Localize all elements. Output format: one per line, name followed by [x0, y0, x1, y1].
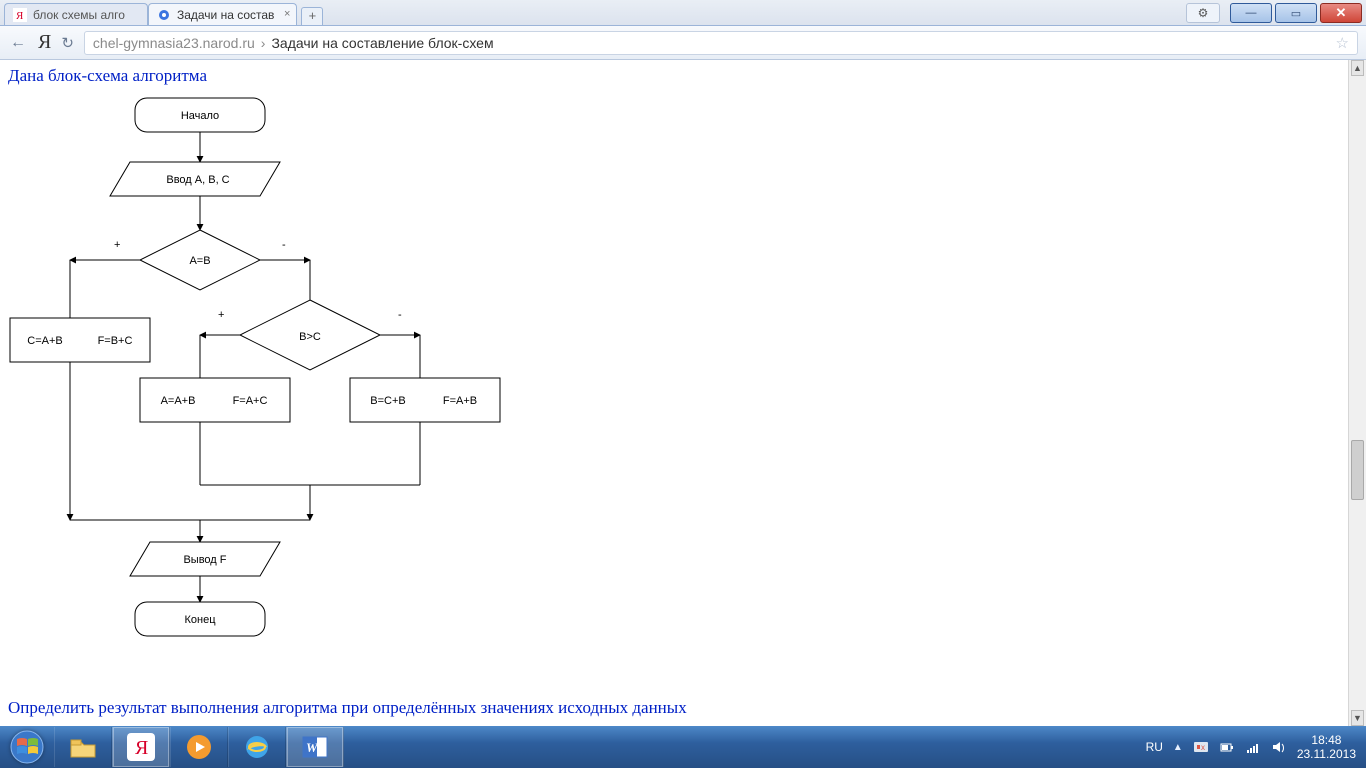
minimize-icon: — — [1246, 7, 1257, 19]
windows-taskbar: Я W RU ▲ x 18:48 23.11.2013 — [0, 726, 1366, 768]
scroll-up-icon[interactable]: ▲ — [1351, 60, 1364, 76]
svg-text:Конец: Конец — [184, 614, 216, 626]
yandex-home-button[interactable]: Я — [38, 31, 51, 54]
gear-icon: ⚙ — [1198, 6, 1209, 20]
address-bar[interactable]: chel-gymnasia23.narod.ru › Задачи на сос… — [84, 31, 1358, 55]
yandex-favicon-icon: Я — [13, 8, 27, 22]
svg-text:C=A+B: C=A+B — [27, 335, 62, 347]
taskbar-explorer[interactable] — [54, 727, 112, 767]
back-arrow-icon: ← — [10, 34, 26, 52]
media-player-icon — [185, 733, 213, 761]
url-separator: › — [261, 35, 266, 51]
maximize-icon: ▭ — [1291, 7, 1301, 20]
tab-page-active[interactable]: Задачи на состав × — [148, 3, 297, 25]
svg-text:Вывод F: Вывод F — [183, 554, 226, 566]
tray-action-center-icon[interactable]: x — [1193, 739, 1209, 755]
scroll-thumb[interactable] — [1351, 440, 1364, 500]
back-button[interactable]: ← — [8, 33, 28, 53]
svg-text:+: + — [218, 309, 224, 321]
new-tab-button[interactable]: + — [301, 7, 323, 25]
svg-text:W: W — [306, 740, 319, 755]
tab-label: блок схемы алго — [33, 8, 125, 22]
svg-text:A=A+B: A=A+B — [161, 395, 196, 407]
start-button[interactable] — [0, 726, 54, 768]
tab-label: Задачи на состав — [177, 8, 274, 22]
tray-show-hidden-icon[interactable]: ▲ — [1173, 742, 1183, 753]
site-favicon-icon — [157, 8, 171, 22]
page-footer-text: Определить результат выполнения алгоритм… — [0, 694, 695, 722]
taskbar-word[interactable]: W — [286, 727, 344, 767]
taskbar-media-player[interactable] — [170, 727, 228, 767]
svg-text:-: - — [398, 309, 402, 321]
tray-time: 18:48 — [1297, 733, 1356, 747]
svg-text:Начало: Начало — [181, 110, 219, 122]
word-icon: W — [301, 733, 329, 761]
ie-icon — [243, 733, 271, 761]
svg-text:x: x — [1201, 743, 1205, 752]
taskbar-ie[interactable] — [228, 727, 286, 767]
svg-text:Ввод A, B, C: Ввод A, B, C — [166, 174, 229, 186]
window-minimize-button[interactable]: — — [1230, 3, 1272, 23]
tray-network-icon[interactable] — [1245, 739, 1261, 755]
close-icon: ✕ — [1336, 5, 1347, 21]
svg-text:Я: Я — [135, 737, 148, 759]
svg-text:F=B+C: F=B+C — [98, 335, 133, 347]
svg-text:Я: Я — [16, 10, 24, 22]
folder-icon — [68, 734, 98, 760]
tray-date: 23.11.2013 — [1297, 747, 1356, 761]
close-tab-icon[interactable]: × — [284, 8, 290, 20]
reload-button[interactable]: ↻ — [61, 34, 74, 52]
tab-yandex-search[interactable]: Я блок схемы алго — [4, 3, 148, 25]
tray-clock[interactable]: 18:48 23.11.2013 — [1297, 733, 1356, 761]
page-heading: Дана блок-схема алгоритма — [0, 60, 1348, 90]
windows-logo-icon — [10, 730, 44, 764]
url-title: Задачи на составление блок-схем — [271, 35, 493, 51]
vertical-scrollbar[interactable]: ▲ ▼ — [1348, 60, 1366, 726]
svg-text:A=B: A=B — [189, 255, 210, 267]
svg-text:F=A+C: F=A+C — [233, 395, 268, 407]
flowchart-image: Начало Ввод A, B, C A=B + - C=A+B F=B+C — [0, 90, 540, 670]
svg-text:+: + — [114, 239, 120, 251]
window-close-button[interactable]: ✕ — [1320, 3, 1362, 23]
svg-text:F=A+B: F=A+B — [443, 395, 477, 407]
tray-volume-icon[interactable] — [1271, 739, 1287, 755]
yandex-browser-icon: Я — [127, 733, 155, 761]
scroll-down-icon[interactable]: ▼ — [1351, 710, 1364, 726]
tray-language[interactable]: RU — [1146, 740, 1163, 754]
svg-text:B=C+B: B=C+B — [370, 395, 405, 407]
yandex-logo-icon: Я — [38, 31, 51, 53]
reload-icon: ↻ — [61, 35, 74, 52]
tray-power-icon[interactable] — [1219, 739, 1235, 755]
window-maximize-button[interactable]: ▭ — [1275, 3, 1317, 23]
svg-text:B>C: B>C — [299, 331, 321, 343]
svg-text:-: - — [282, 239, 286, 251]
url-domain: chel-gymnasia23.narod.ru — [93, 35, 255, 51]
browser-settings-button[interactable]: ⚙ — [1186, 3, 1220, 23]
bookmark-star-icon[interactable]: ☆ — [1336, 34, 1349, 52]
taskbar-yandex-browser[interactable]: Я — [112, 727, 170, 767]
